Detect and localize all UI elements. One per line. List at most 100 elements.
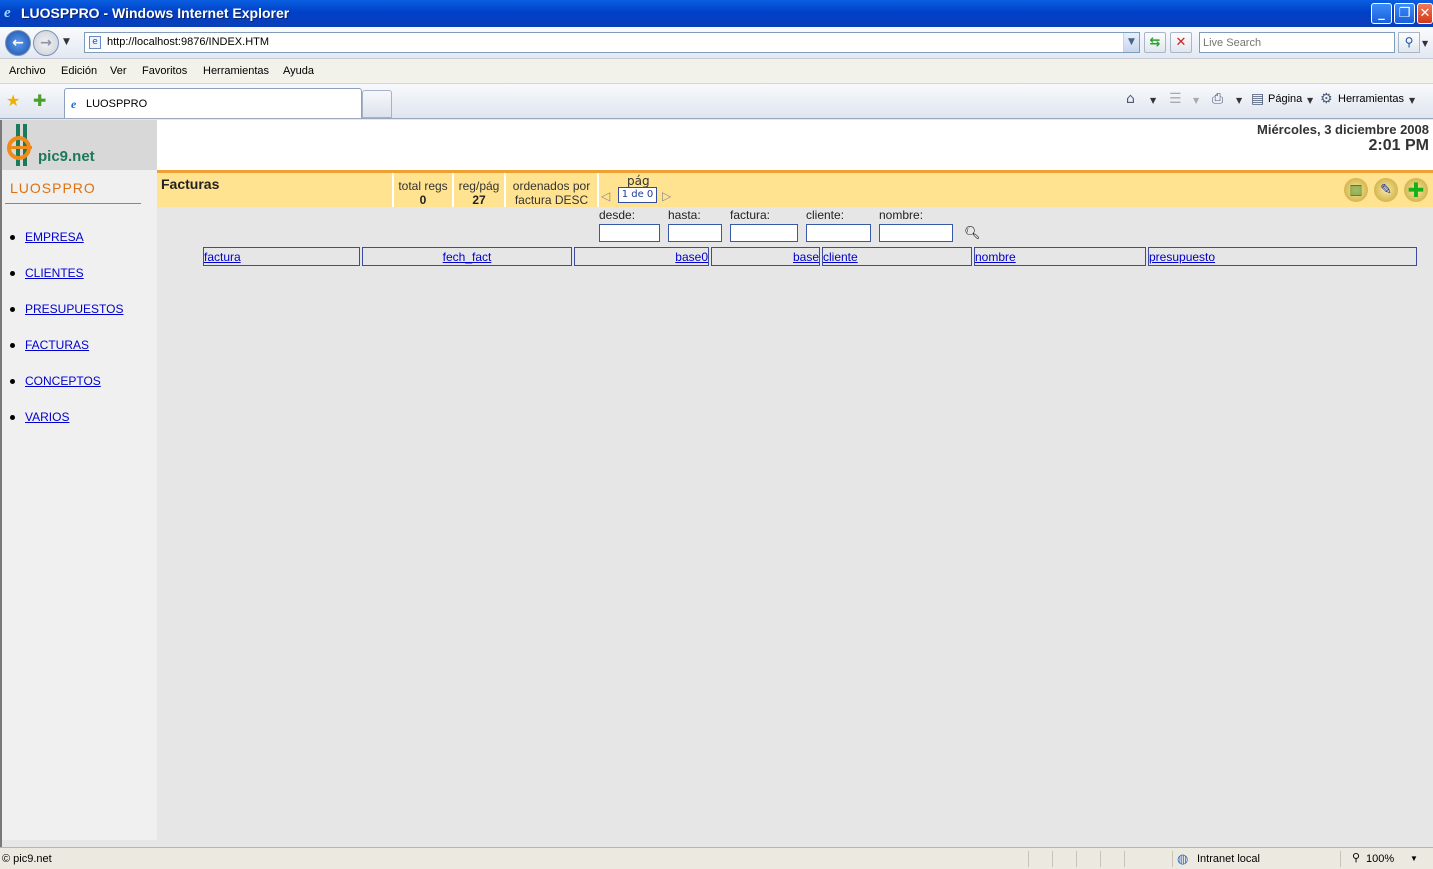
- col-presupuesto: presupuesto: [1148, 247, 1417, 266]
- app-name: LUOSPPRO: [10, 180, 96, 196]
- page-indicator[interactable]: 1 de 0: [618, 187, 657, 203]
- zoom-level[interactable]: 100%: [1366, 853, 1394, 865]
- status-divider: [1100, 851, 1101, 867]
- top-header: Miércoles, 3 diciembre 2008 2:01 PM: [157, 120, 1433, 170]
- forward-button[interactable]: →: [33, 30, 59, 56]
- sort-base0-link[interactable]: base0: [675, 250, 708, 264]
- feeds-dropdown-icon[interactable]: ▼: [1193, 96, 1199, 105]
- sort-presupuesto-link[interactable]: presupuesto: [1149, 250, 1215, 264]
- main-nav: EMPRESA CLIENTES PRESUPUESTOS FACTURAS C…: [10, 230, 123, 446]
- feeds-icon[interactable]: ☰: [1169, 91, 1182, 107]
- filter-cliente-label: cliente:: [806, 208, 845, 222]
- tools-menu[interactable]: Herramientas: [1338, 93, 1404, 105]
- restore-button[interactable]: ❐: [1394, 3, 1415, 24]
- address-url[interactable]: http://localhost:9876/INDEX.HTM: [107, 36, 269, 48]
- sort-base-link[interactable]: base: [793, 250, 819, 264]
- menu-herramientas[interactable]: Herramientas: [203, 65, 269, 77]
- tab-bar: ★ ✚ e LUOSPPRO ⌂ ▼ ☰ ▼ ⎙ ▼ ▤ Página ▼ ⚙ …: [0, 84, 1433, 119]
- next-page-icon[interactable]: ▷: [662, 189, 671, 203]
- search-options-icon[interactable]: ▼: [1422, 39, 1428, 48]
- filter-desde-input[interactable]: [599, 224, 660, 242]
- col-base0: base0: [574, 247, 709, 266]
- nav-link-clientes[interactable]: CLIENTES: [25, 266, 84, 280]
- nav-item-clientes: CLIENTES: [10, 266, 123, 302]
- security-zone: Intranet local: [1197, 853, 1260, 865]
- page-content: pic9.net LUOSPPRO EMPRESA CLIENTES PRESU…: [0, 120, 1433, 847]
- home-icon[interactable]: ⌂: [1126, 91, 1135, 107]
- minimize-button[interactable]: _: [1371, 3, 1392, 24]
- nav-link-conceptos[interactable]: CONCEPTOS: [25, 374, 101, 388]
- table-header-row: factura fech_fact base0 base cliente nom…: [203, 247, 1417, 266]
- menu-archivo[interactable]: Archivo: [9, 65, 46, 77]
- filter-hasta: hasta:: [668, 208, 722, 242]
- tools-dropdown-icon[interactable]: ▼: [1409, 96, 1415, 105]
- tools-gear-icon: ⚙: [1320, 91, 1333, 107]
- filter-factura-input[interactable]: [730, 224, 798, 242]
- edit-pen-icon[interactable]: ✎: [1374, 178, 1398, 202]
- search-box[interactable]: [1199, 32, 1395, 53]
- prev-page-icon[interactable]: ◁: [601, 189, 610, 203]
- logo-mark-icon: [7, 124, 32, 166]
- bullet-icon: [10, 379, 15, 385]
- history-dropdown-icon[interactable]: ▼: [63, 37, 70, 47]
- filter-cliente-input[interactable]: [806, 224, 871, 242]
- col-fech-fact: fech_fact: [362, 247, 572, 266]
- nav-link-empresa[interactable]: EMPRESA: [25, 230, 84, 244]
- print-dropdown-icon[interactable]: ▼: [1236, 96, 1242, 105]
- total-records: total regs 0: [392, 173, 452, 207]
- search-input[interactable]: [1200, 33, 1390, 52]
- menu-favoritos[interactable]: Favoritos: [142, 65, 187, 77]
- order-label: ordenados por: [512, 179, 591, 193]
- search-filter-icon[interactable]: 🔍︎: [964, 226, 981, 241]
- zoom-icon[interactable]: ⚲: [1352, 851, 1360, 864]
- bullet-icon: [10, 415, 15, 421]
- nav-link-facturas[interactable]: FACTURAS: [25, 338, 89, 352]
- nav-link-varios[interactable]: VARIOS: [25, 410, 69, 424]
- new-tab-button[interactable]: [362, 90, 392, 118]
- print-icon[interactable]: ⎙: [1212, 91, 1223, 107]
- nav-link-presupuestos[interactable]: PRESUPUESTOS: [25, 302, 123, 316]
- col-cliente: cliente: [822, 247, 972, 266]
- back-button[interactable]: ←: [5, 30, 31, 56]
- sort-cliente-link[interactable]: cliente: [823, 250, 858, 264]
- filter-nombre: nombre:: [879, 208, 953, 242]
- tab-luosppro[interactable]: e LUOSPPRO: [64, 88, 362, 118]
- filter-nombre-input[interactable]: [879, 224, 953, 242]
- total-value: 0: [419, 193, 427, 207]
- sort-order: ordenados por factura DESC: [504, 173, 597, 207]
- zoom-dropdown-icon[interactable]: ▼: [1410, 854, 1418, 863]
- menu-ayuda[interactable]: Ayuda: [283, 65, 314, 77]
- sort-fech-fact-link[interactable]: fech_fact: [443, 250, 492, 264]
- col-factura: factura: [203, 247, 360, 266]
- close-button[interactable]: ✕: [1417, 3, 1433, 24]
- invoices-table: factura fech_fact base0 base cliente nom…: [201, 247, 1419, 266]
- stop-button[interactable]: ✕: [1170, 32, 1192, 53]
- filter-nombre-label: nombre:: [879, 208, 924, 222]
- home-dropdown-icon[interactable]: ▼: [1150, 96, 1156, 105]
- status-bar: © pic9.net ◍ Intranet local ⚲ 100% ▼: [0, 847, 1433, 869]
- intranet-globe-icon: ◍: [1177, 851, 1189, 866]
- chart-icon[interactable]: ▥: [1344, 178, 1368, 202]
- address-field[interactable]: e http://localhost:9876/INDEX.HTM ▼: [84, 32, 1140, 53]
- address-dropdown-icon[interactable]: ▼: [1123, 33, 1139, 52]
- page-menu[interactable]: Página: [1268, 93, 1302, 105]
- status-divider: [1124, 851, 1125, 867]
- ie-logo-icon: e: [4, 5, 11, 21]
- add-icon[interactable]: ✚: [1404, 178, 1428, 202]
- status-text: © pic9.net: [2, 853, 52, 865]
- menu-edicion[interactable]: Edición: [61, 65, 97, 77]
- search-icon[interactable]: ⚲: [1398, 32, 1420, 53]
- sort-nombre-link[interactable]: nombre: [975, 250, 1016, 264]
- divider: [5, 203, 141, 204]
- sort-factura-link[interactable]: factura: [204, 250, 241, 264]
- add-favorite-icon[interactable]: ✚: [33, 91, 46, 110]
- filter-hasta-input[interactable]: [668, 224, 722, 242]
- favorites-star-icon[interactable]: ★: [6, 91, 20, 110]
- status-divider: [1340, 851, 1341, 867]
- menu-ver[interactable]: Ver: [110, 65, 127, 77]
- records-per-page: reg/pág 27: [452, 173, 504, 207]
- nav-item-presupuestos: PRESUPUESTOS: [10, 302, 123, 338]
- order-value: factura DESC: [514, 193, 589, 207]
- page-dropdown-icon[interactable]: ▼: [1307, 96, 1313, 105]
- refresh-button[interactable]: ⇆: [1144, 32, 1166, 53]
